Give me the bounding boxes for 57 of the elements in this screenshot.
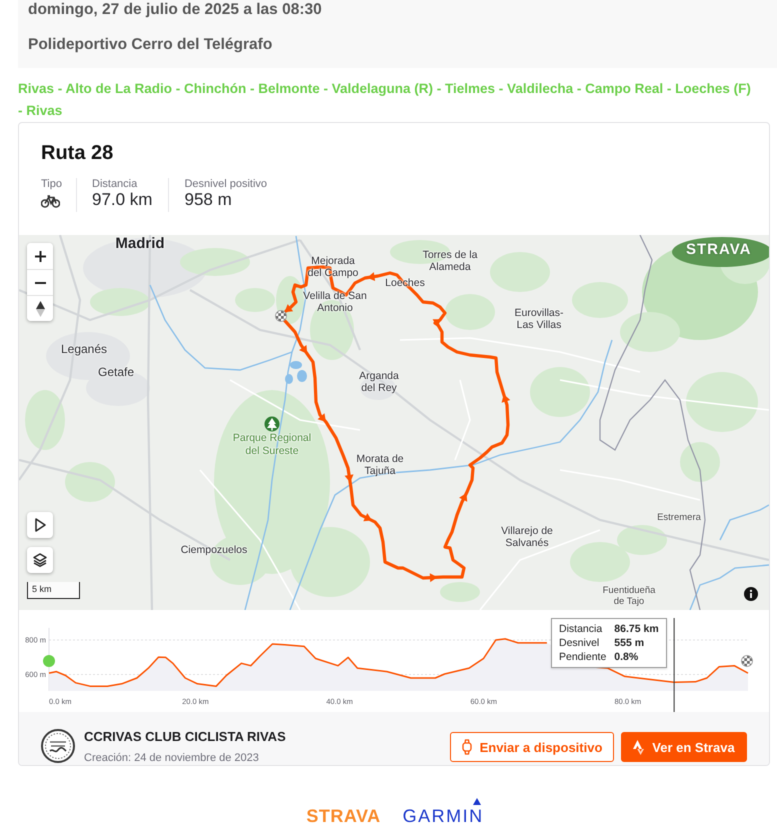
town-label: Morata de Tajuña <box>356 453 404 477</box>
strava-logo: STRAVA <box>306 806 381 826</box>
city-label: Madrid <box>115 235 165 252</box>
town-label: Estremera <box>657 512 701 523</box>
tooltip-label: Desnivel <box>559 636 600 650</box>
compass-button[interactable] <box>27 295 53 321</box>
play-button[interactable] <box>27 512 53 538</box>
town-label: Getafe <box>98 365 134 379</box>
town-label: Ciempozuelos <box>180 544 248 556</box>
minus-icon <box>34 282 46 284</box>
town-label: Eurovillas- Las Villas <box>514 307 564 331</box>
town-label: Torres de la Alameda <box>422 249 478 273</box>
send-to-device-button[interactable]: Enviar a dispositivo <box>450 732 614 762</box>
map-logo: STRAVA <box>686 241 752 259</box>
view-on-strava-button[interactable]: Ver en Strava <box>621 732 747 762</box>
stat-value: 958 m <box>184 190 232 210</box>
compass-icon <box>36 300 44 316</box>
route-title: Ruta 28 <box>41 141 114 165</box>
lake-drawing <box>285 361 307 384</box>
plus-icon <box>34 250 46 262</box>
start-marker-icon <box>43 655 55 667</box>
event-date: domingo, 27 de julio de 2025 a las 08:30 <box>28 1 322 19</box>
event-location: Polideportivo Cerro del Telégrafo <box>28 36 272 54</box>
checkered-flag-icon <box>275 310 287 322</box>
tooltip-label: Distancia <box>559 622 604 636</box>
river-line <box>719 504 769 540</box>
zoom-in-button[interactable] <box>27 243 53 269</box>
play-icon <box>34 518 46 532</box>
layers-button[interactable] <box>27 547 53 573</box>
stat-label: Distancia <box>92 178 138 191</box>
watch-icon <box>462 739 472 755</box>
layers-icon <box>33 553 47 567</box>
town-label: Fuentidueña de Tajo <box>602 585 656 607</box>
town-label: Velilla de San Antonio <box>303 290 367 314</box>
town-label: Villarejo de Salvanés <box>501 525 553 549</box>
town-label: Leganés <box>60 342 108 356</box>
garmin-logo: GARMIN <box>402 806 484 826</box>
route-stops-text: Rivas - Alto de La Radio - Chinchón - Belmonte - Valdelaguna (R) - Tielmes - Valdilecha - Campo Real - Loeches (F) - Rivas <box>18 80 752 120</box>
chevron-logo-icon <box>633 740 644 754</box>
tooltip-label: Pendiente <box>559 650 606 664</box>
checkered-flag-icon <box>741 655 753 667</box>
info-icon[interactable] <box>744 587 758 601</box>
bicycle-icon <box>41 195 60 208</box>
stat-value: 97.0 km <box>92 190 152 210</box>
town-label: Arganda del Rey <box>359 370 399 394</box>
club-name: CCRIVAS CLUB CICLISTA RIVAS <box>84 729 286 745</box>
stat-label: Desnivel positivo <box>184 178 268 191</box>
scale-bar: 5 km <box>27 582 80 599</box>
tooltip-value: 86.75 km <box>614 622 659 636</box>
park-label: Parque Regional del Sureste <box>232 432 312 458</box>
zoom-out-button[interactable] <box>27 269 53 295</box>
stat-label: Tipo <box>41 178 62 191</box>
creation-date: Creación: 24 de noviembre de 2023 <box>84 752 259 765</box>
triangle-icon <box>472 798 481 805</box>
tooltip-value: 555 m <box>614 636 646 650</box>
tree-icon <box>264 416 280 432</box>
tooltip-value: 0.8% <box>614 650 640 664</box>
